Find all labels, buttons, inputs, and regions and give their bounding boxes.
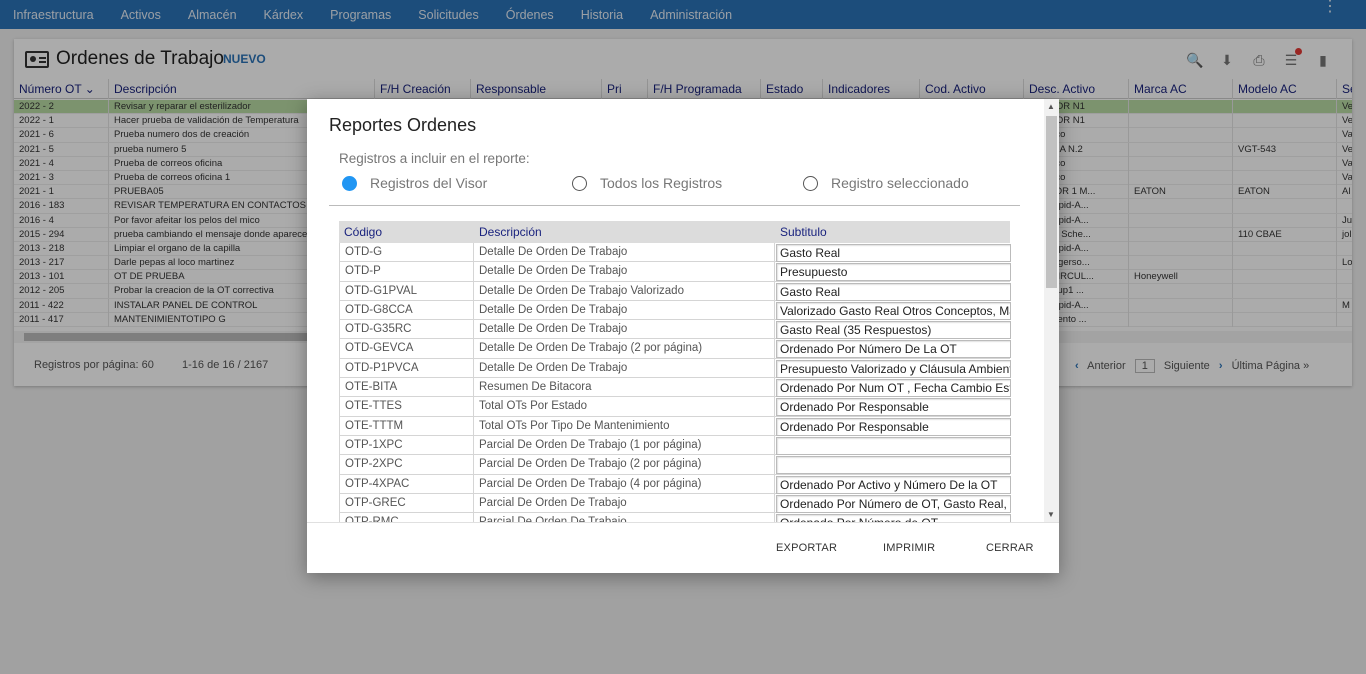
report-code: OTD-G1PVAL [339, 281, 474, 301]
report-code: OTE-TTTM [339, 416, 474, 436]
report-description: Detalle De Orden De Trabajo [474, 262, 775, 282]
report-subtitle-input[interactable]: Gasto Real [776, 244, 1011, 262]
reports-dialog: Reportes Ordenes Registros a incluir en … [307, 99, 1059, 573]
report-row[interactable]: OTE-BITA Resumen De Bitacora Ordenado Por … [339, 378, 1011, 398]
report-row[interactable]: OTE-TTTM Total OTs Por Tipo De Mantenimie… [339, 416, 1011, 436]
report-subtitle-input[interactable] [776, 456, 1011, 475]
report-description: Detalle De Orden De Trabajo [474, 243, 775, 262]
report-row[interactable]: OTD-P Detalle De Orden De Trabajo Presupue… [339, 262, 1011, 282]
dialog-title: Reportes Ordenes [329, 115, 477, 135]
report-subtitle-input[interactable]: Ordenado Por Activo y Número De la OT [776, 475, 1011, 494]
report-subtitle-input[interactable]: Ordenado Por Responsable [776, 417, 1011, 436]
header-code[interactable]: Código [339, 221, 382, 243]
radio-visor[interactable]: Registros del Visor [342, 175, 487, 191]
radio-label: Registro seleccionado [831, 175, 969, 191]
dialog-vertical-scrollbar[interactable]: ▲ ▼ [1044, 99, 1059, 522]
report-description: Detalle De Orden De Trabajo (2 por págin… [474, 339, 775, 359]
close-button[interactable]: CERRAR [986, 542, 1034, 554]
report-code: OTD-G [339, 243, 474, 262]
report-subtitle-input[interactable]: Ordenado Por Num OT , Fecha Cambio Estad [776, 379, 1011, 398]
header-description[interactable]: Descripción [474, 221, 542, 243]
report-description: Parcial De Orden De Trabajo (4 por págin… [474, 474, 775, 494]
report-code: OTE-TTES [339, 397, 474, 417]
report-row[interactable]: OTP-4XPAC Parcial De Orden De Trabajo (4 … [339, 474, 1011, 494]
report-row[interactable]: OTP-2XPC Parcial De Orden De Trabajo (2 p… [339, 455, 1011, 475]
report-row[interactable]: OTD-P1PVCA Detalle De Orden De Trabajo Pre… [339, 358, 1011, 379]
radio-unchecked-icon[interactable] [803, 175, 818, 191]
report-subtitle-input[interactable]: Presupuesto [776, 263, 1011, 282]
radio-label: Todos los Registros [600, 175, 723, 191]
report-code: OTP-1XPC [339, 435, 474, 455]
report-description: Detalle De Orden De Trabajo [474, 300, 775, 320]
report-description: Parcial De Orden De Trabajo [474, 493, 775, 513]
report-description: Parcial De Orden De Trabajo [474, 513, 775, 522]
report-code: OTE-BITA [339, 378, 474, 398]
radio-checked-icon[interactable] [342, 175, 357, 191]
report-code: OTD-G35RC [339, 320, 474, 340]
report-code: OTP-GREC [339, 493, 474, 513]
report-subtitle-input[interactable]: Ordenado Por Responsable [776, 398, 1011, 417]
radio-all-records[interactable]: Todos los Registros [572, 175, 722, 191]
report-description: Total OTs Por Estado [474, 397, 775, 417]
report-code: OTD-GEVCA [339, 339, 474, 359]
report-code: OTD-P1PVCA [339, 358, 474, 378]
report-description: Resumen De Bitacora [474, 378, 775, 398]
report-description: Parcial De Orden De Trabajo (1 por págin… [474, 435, 775, 455]
report-row[interactable]: OTD-GEVCA Detalle De Orden De Trabajo (2 … [339, 339, 1011, 359]
divider [329, 205, 1020, 206]
reports-table: Código Descripción Subtitulo OTD-G Detall… [339, 221, 1011, 522]
report-subtitle-input[interactable]: Ordenado Por Número de OT [776, 514, 1011, 522]
report-subtitle-input[interactable]: Valorizado Gasto Real Otros Conceptos, M… [776, 301, 1011, 320]
report-description: Detalle De Orden De Trabajo Valorizado [474, 281, 775, 301]
report-row[interactable]: OTP-1XPC Parcial De Orden De Trabajo (1 p… [339, 435, 1011, 456]
report-subtitle-input[interactable]: Ordenado Por Número de OT, Gasto Real, C… [776, 494, 1011, 513]
report-description: Total OTs Por Tipo De Mantenimiento [474, 416, 775, 436]
report-subtitle-input[interactable] [776, 436, 1011, 455]
report-subtitle-input[interactable]: Gasto Real (35 Respuestos) [776, 321, 1011, 340]
report-row[interactable]: OTD-G Detalle De Orden De Trabajo Gasto Re… [339, 243, 1011, 263]
report-subtitle-input[interactable]: Presupuesto Valorizado y Cláusula Ambien… [776, 359, 1011, 378]
header-subtitle[interactable]: Subtitulo [775, 221, 827, 243]
dialog-content: Reportes Ordenes Registros a incluir en … [307, 99, 1059, 522]
report-code: OTP-2XPC [339, 455, 474, 475]
dialog-actions: EXPORTAR IMPRIMIR CERRAR [307, 522, 1059, 573]
scroll-down-icon[interactable]: ▼ [1047, 510, 1055, 519]
reports-table-body: OTD-G Detalle De Orden De Trabajo Gasto Re… [339, 243, 1011, 522]
report-row[interactable]: OTD-G35RC Detalle De Orden De Trabajo Gast… [339, 320, 1011, 340]
report-code: OTD-P [339, 262, 474, 282]
print-button[interactable]: IMPRIMIR [883, 542, 935, 554]
report-row[interactable]: OTP-RMCParcial De Orden De TrabajoOrdena… [339, 513, 1011, 522]
report-subtitle-input[interactable]: Gasto Real [776, 282, 1011, 301]
radio-selected-record[interactable]: Registro seleccionado [803, 175, 969, 191]
radio-unchecked-icon[interactable] [572, 175, 587, 191]
report-description: Detalle De Orden De Trabajo [474, 320, 775, 340]
report-code: OTP-4XPAC [339, 474, 474, 494]
report-subtitle-input[interactable]: Ordenado Por Número De La OT [776, 340, 1011, 359]
records-radio-group: Registros del Visor Todos los Registros … [342, 175, 1042, 195]
report-description: Detalle De Orden De Trabajo [474, 358, 775, 378]
report-code: OTD-G8CCA [339, 300, 474, 320]
report-row[interactable]: OTP-GREC Parcial De Orden De Trabajo Orden… [339, 493, 1011, 514]
records-label: Registros a incluir en el reporte: [339, 151, 530, 166]
radio-label: Registros del Visor [370, 175, 488, 191]
reports-table-header: Código Descripción Subtitulo [339, 221, 1010, 243]
scrollbar-thumb[interactable] [1046, 116, 1057, 288]
report-row[interactable]: OTD-G8CCA Detalle De Orden De Trabajo Valo… [339, 300, 1011, 321]
scroll-up-icon[interactable]: ▲ [1047, 102, 1055, 111]
report-description: Parcial De Orden De Trabajo (2 por págin… [474, 455, 775, 475]
export-button[interactable]: EXPORTAR [776, 542, 837, 554]
report-row[interactable]: OTE-TTES Total OTs Por Estado Ordenado Por… [339, 397, 1011, 417]
report-row[interactable]: OTD-G1PVAL Detalle De Orden De Trabajo Va… [339, 281, 1011, 301]
report-code: OTP-RMC [339, 513, 474, 522]
